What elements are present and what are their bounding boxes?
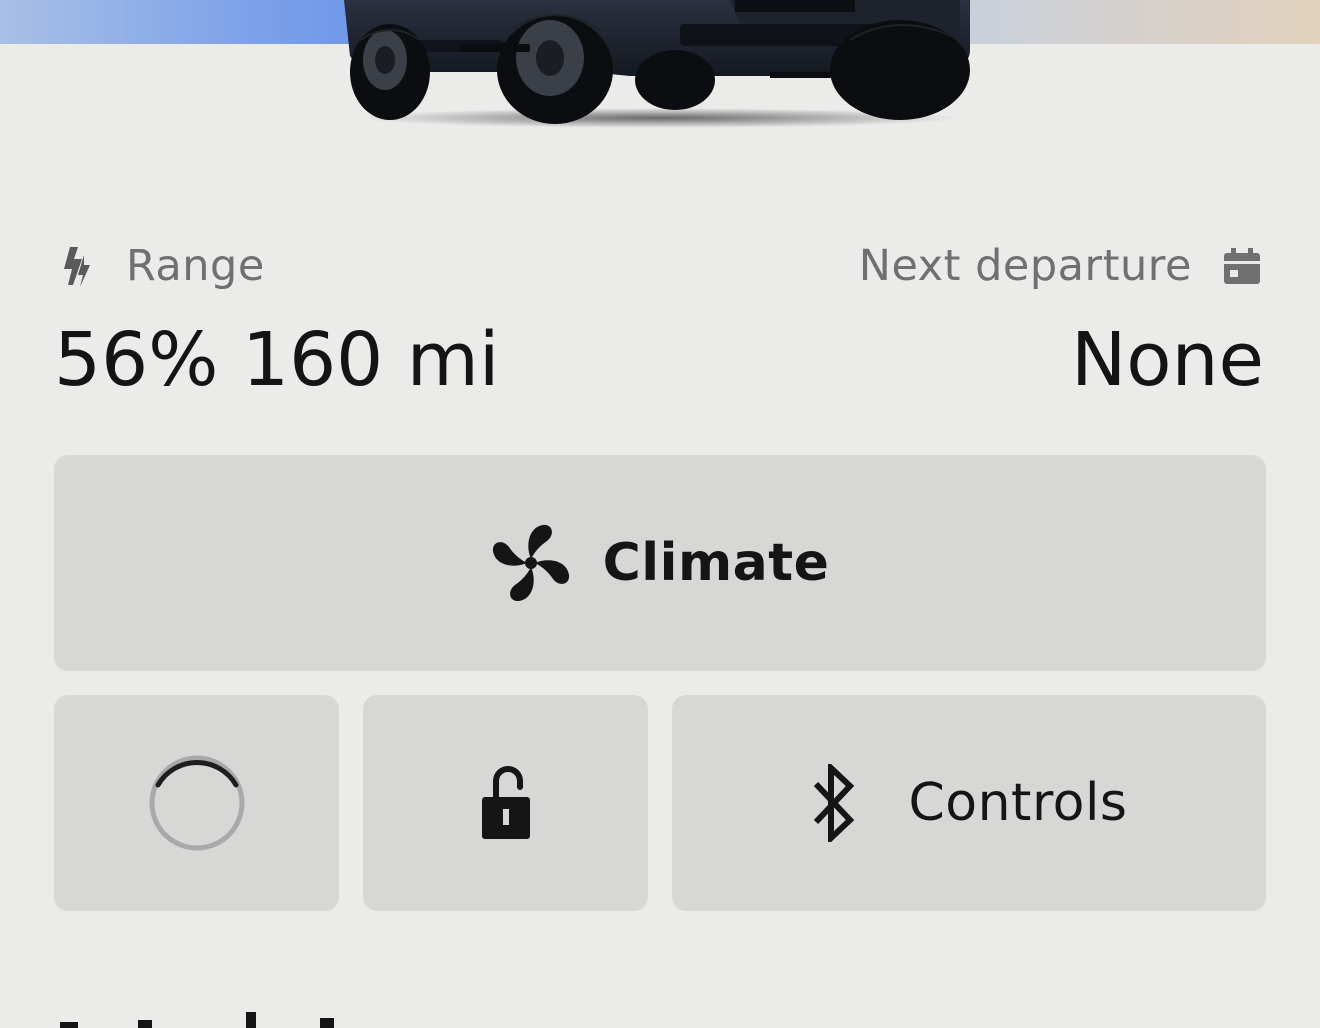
unlocked-padlock-icon xyxy=(481,766,530,839)
climate-button[interactable]: Climate xyxy=(54,455,1266,671)
next-section-heading-peek xyxy=(54,1012,354,1028)
controls-label: Controls xyxy=(908,773,1128,833)
fan-icon xyxy=(492,524,569,602)
loading-spinner-icon xyxy=(149,755,244,851)
status-button[interactable] xyxy=(54,695,339,911)
climate-label: Climate xyxy=(602,533,830,593)
calendar-icon xyxy=(1224,248,1260,284)
bolt-icon xyxy=(64,247,90,287)
vehicle-image xyxy=(330,0,990,135)
range-value: 56% 160 mi xyxy=(54,317,500,403)
next-departure-button[interactable]: Next departure xyxy=(859,236,1262,296)
bluetooth-icon xyxy=(814,764,855,842)
lock-button[interactable] xyxy=(363,695,648,911)
next-departure-label: Next departure xyxy=(858,241,1192,291)
next-departure-value: None xyxy=(1070,317,1264,403)
controls-button[interactable]: Controls xyxy=(672,695,1266,911)
range-label-group: Range xyxy=(60,236,265,296)
range-label: Range xyxy=(126,241,265,291)
